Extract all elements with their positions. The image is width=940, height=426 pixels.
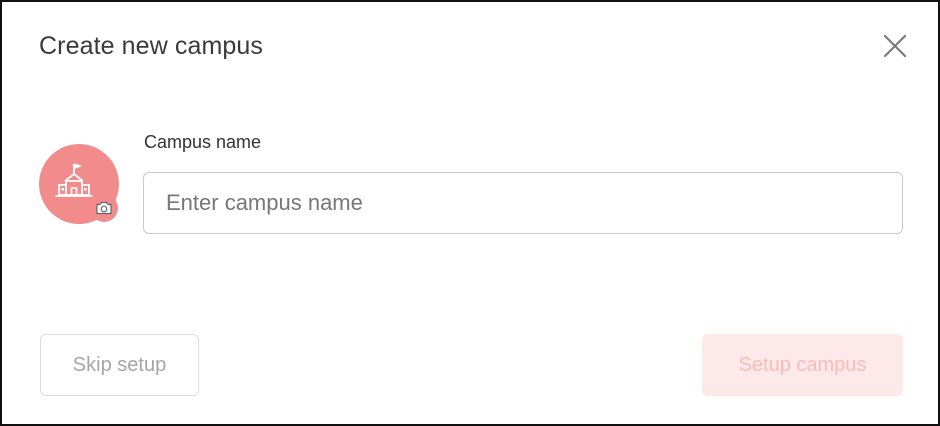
dialog-title: Create new campus	[39, 32, 264, 60]
skip-setup-button[interactable]: Skip setup	[40, 334, 199, 396]
create-campus-dialog: Create new campus Campus name Enter camp…	[0, 0, 940, 426]
close-icon	[883, 34, 907, 58]
camera-icon	[96, 201, 112, 215]
campus-name-input[interactable]	[143, 172, 903, 234]
campus-name-label: Campus name	[144, 132, 262, 152]
camera-badge[interactable]	[90, 194, 118, 222]
setup-campus-button[interactable]: Setup campus	[702, 334, 903, 396]
close-button[interactable]	[878, 29, 912, 63]
campus-avatar-upload[interactable]	[39, 144, 119, 224]
school-building-icon	[55, 163, 93, 197]
